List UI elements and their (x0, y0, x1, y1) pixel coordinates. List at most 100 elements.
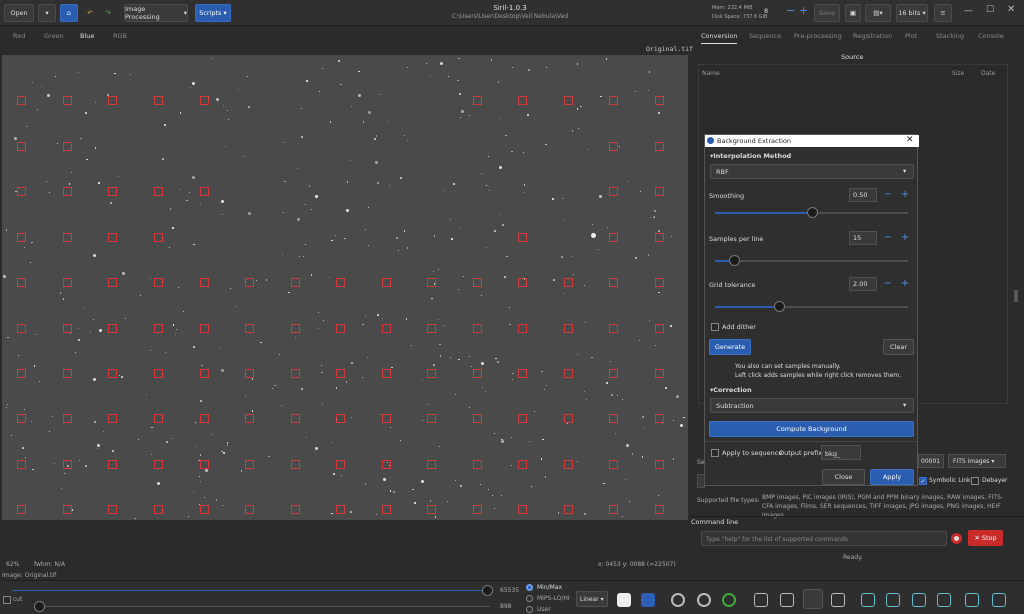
help-lifebuoy-icon[interactable] (951, 533, 962, 544)
sample-box[interactable] (17, 96, 26, 105)
smoothing-slider-thumb[interactable] (806, 207, 818, 218)
redo-button[interactable]: ↷ (100, 4, 116, 22)
samples-slider-thumb[interactable] (729, 255, 741, 266)
sample-box[interactable] (200, 505, 209, 514)
samples-slider[interactable] (715, 255, 908, 266)
sample-box[interactable] (291, 369, 300, 378)
save-button[interactable]: Save (814, 4, 840, 22)
sample-box[interactable] (63, 369, 72, 378)
sample-box[interactable] (655, 142, 664, 151)
sample-box[interactable] (655, 369, 664, 378)
sample-box[interactable] (291, 505, 300, 514)
sample-box[interactable] (609, 96, 618, 105)
tab-conversion[interactable]: Conversion (701, 32, 738, 44)
sample-box[interactable] (609, 414, 618, 423)
tolerance-slider-thumb[interactable] (773, 301, 785, 312)
sample-box[interactable] (518, 505, 527, 514)
sample-box[interactable] (200, 278, 209, 287)
sample-box[interactable] (655, 187, 664, 196)
sample-box[interactable] (609, 505, 618, 514)
sample-box[interactable] (518, 414, 527, 423)
sample-box[interactable] (518, 369, 527, 378)
sample-box[interactable] (518, 460, 527, 469)
tab-console[interactable]: Console (978, 32, 1004, 40)
open-button[interactable]: Open (4, 4, 34, 22)
sample-box[interactable] (291, 414, 300, 423)
cut-checkbox[interactable] (3, 596, 11, 604)
snapshot-button[interactable]: ▣ (845, 4, 861, 22)
tab-green[interactable]: Green (44, 32, 64, 40)
sample-box[interactable] (154, 187, 163, 196)
clear-button[interactable]: Clear (883, 339, 914, 355)
min-slider-thumb[interactable] (34, 601, 45, 612)
sample-box[interactable] (609, 278, 618, 287)
tab-preprocessing[interactable]: Pre-processing (794, 32, 842, 40)
sample-box[interactable] (108, 369, 117, 378)
sample-box[interactable] (473, 505, 482, 514)
sample-box[interactable] (17, 505, 26, 514)
sample-box[interactable] (108, 233, 117, 242)
sample-box[interactable] (609, 369, 618, 378)
sample-box[interactable] (154, 278, 163, 287)
apply-to-sequence-checkbox[interactable] (711, 449, 719, 457)
stop-button[interactable]: ✕ Stop (968, 530, 1003, 546)
compute-background-button[interactable]: Compute Background (709, 421, 914, 437)
output-format-select[interactable]: FITS images ▾ (948, 454, 1006, 468)
sample-box[interactable] (154, 369, 163, 378)
sample-box[interactable] (518, 278, 527, 287)
open-recent-dropdown[interactable]: ▾ (38, 4, 56, 22)
tab-red[interactable]: Red (13, 32, 25, 40)
sample-box[interactable] (427, 324, 436, 333)
close-button[interactable]: Close (822, 469, 865, 485)
command-input[interactable]: Type "help" for the list of supported co… (701, 531, 947, 546)
sample-box[interactable] (473, 460, 482, 469)
false-color-icon[interactable] (641, 593, 655, 607)
sample-box[interactable] (609, 142, 618, 151)
sample-box[interactable] (427, 369, 436, 378)
sample-box[interactable] (245, 505, 254, 514)
globe-icon[interactable] (697, 593, 711, 607)
generate-button[interactable]: Generate (709, 339, 751, 355)
symbolic-link-checkbox[interactable]: ✓ (919, 477, 927, 485)
main-menu-button[interactable]: ≡ (934, 4, 952, 22)
rotate-right-icon[interactable] (886, 593, 900, 607)
sample-box[interactable] (108, 187, 117, 196)
sample-box[interactable] (17, 278, 26, 287)
sample-box[interactable] (154, 96, 163, 105)
sample-box[interactable] (200, 460, 209, 469)
sample-box[interactable] (108, 505, 117, 514)
sample-box[interactable] (427, 505, 436, 514)
sample-box[interactable] (108, 414, 117, 423)
sample-box[interactable] (154, 460, 163, 469)
sample-box[interactable] (154, 414, 163, 423)
sample-box[interactable] (154, 233, 163, 242)
interpolation-method-select[interactable]: RBF ▾ (710, 164, 914, 179)
image-options-button[interactable]: ▤ ▾ (865, 4, 891, 22)
column-name[interactable]: Name (702, 70, 720, 77)
smoothing-increase-button[interactable]: + (898, 188, 912, 202)
image-info-icon[interactable] (780, 593, 794, 607)
sample-box[interactable] (291, 278, 300, 287)
sample-box[interactable] (17, 460, 26, 469)
sample-box[interactable] (655, 278, 664, 287)
max-slider-thumb[interactable] (482, 585, 493, 596)
sample-box[interactable] (200, 187, 209, 196)
sample-box[interactable] (382, 414, 391, 423)
stars-icon[interactable] (803, 589, 823, 609)
column-size[interactable]: Size (952, 70, 964, 77)
tab-registration[interactable]: Registration (853, 32, 892, 40)
sample-box[interactable] (336, 460, 345, 469)
sample-box[interactable] (427, 414, 436, 423)
seq-browser-icon[interactable] (831, 593, 845, 607)
sample-box[interactable] (63, 278, 72, 287)
sample-box[interactable] (564, 505, 573, 514)
sample-box[interactable] (518, 233, 527, 242)
sample-box[interactable] (655, 505, 664, 514)
sample-box[interactable] (655, 324, 664, 333)
correction-section-header[interactable]: ▾Correction (710, 386, 752, 394)
tab-sequence[interactable]: Sequence (749, 32, 781, 40)
sample-box[interactable] (291, 460, 300, 469)
psf-target-icon[interactable] (722, 593, 736, 607)
scripts-menu[interactable]: Scripts ▾ (195, 4, 231, 22)
add-dither-checkbox[interactable] (711, 323, 719, 331)
